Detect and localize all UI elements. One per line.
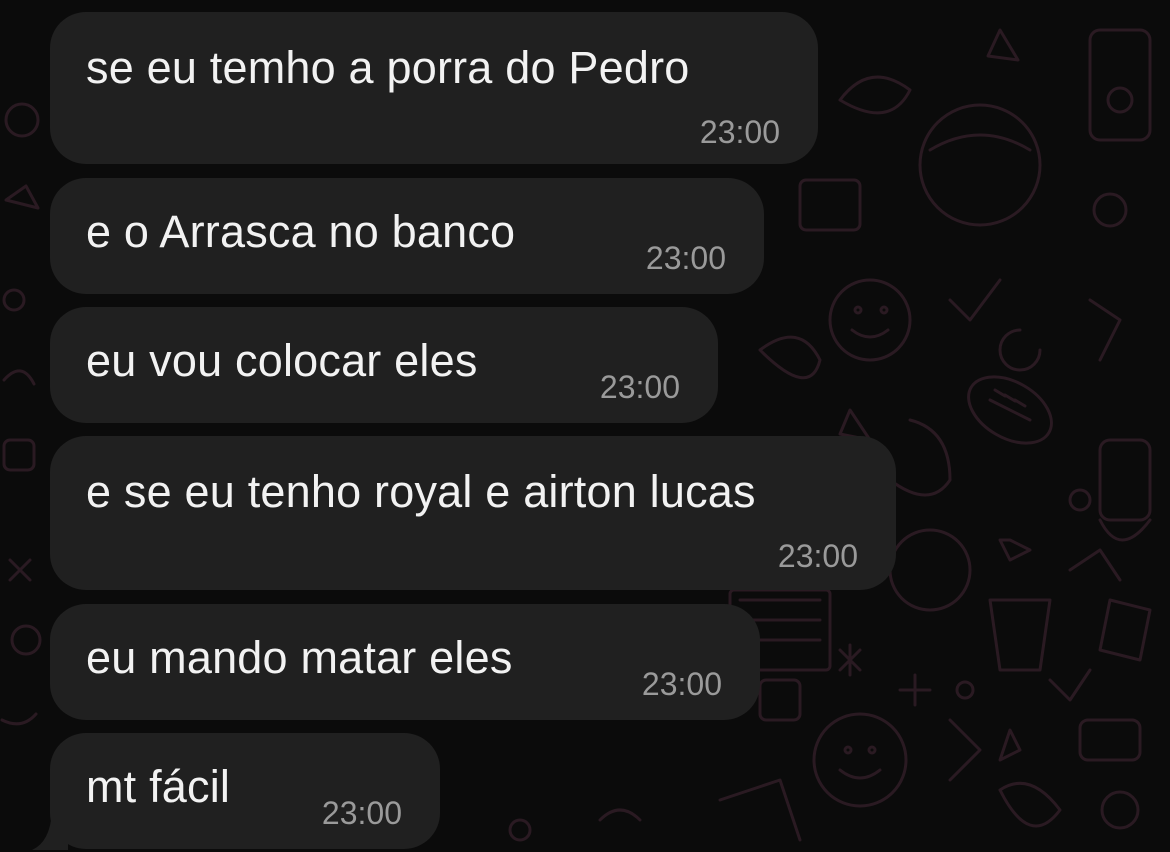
message-bubble[interactable]: e o Arrasca no banco 23:00 bbox=[50, 178, 764, 294]
message-text: eu vou colocar eles bbox=[86, 335, 478, 386]
message-timestamp: 23:00 bbox=[699, 114, 780, 150]
message-bubble[interactable]: e se eu tenho royal e airton lucas 23:00 bbox=[50, 436, 896, 590]
message-bubble[interactable]: se eu temho a porra do Pedro 23:00 bbox=[50, 12, 818, 164]
message-text: e o Arrasca no banco bbox=[86, 206, 516, 257]
message-timestamp: 23:00 bbox=[641, 666, 722, 702]
message-bubble[interactable]: eu mando matar eles 23:00 bbox=[50, 604, 760, 720]
message-bubble[interactable]: eu vou colocar eles 23:00 bbox=[50, 307, 718, 423]
message-text: mt fácil bbox=[86, 761, 231, 812]
message-timestamp: 23:00 bbox=[599, 369, 680, 405]
message-text: e se eu tenho royal e airton lucas bbox=[86, 466, 756, 517]
message-text: eu mando matar eles bbox=[86, 632, 513, 683]
message-timestamp: 23:00 bbox=[321, 795, 402, 831]
message-timestamp: 23:00 bbox=[777, 538, 858, 574]
message-bubble[interactable]: mt fácil 23:00 bbox=[50, 733, 440, 849]
message-timestamp: 23:00 bbox=[645, 240, 726, 276]
message-text: se eu temho a porra do Pedro bbox=[86, 42, 690, 93]
bubble-tail-icon bbox=[32, 812, 68, 850]
